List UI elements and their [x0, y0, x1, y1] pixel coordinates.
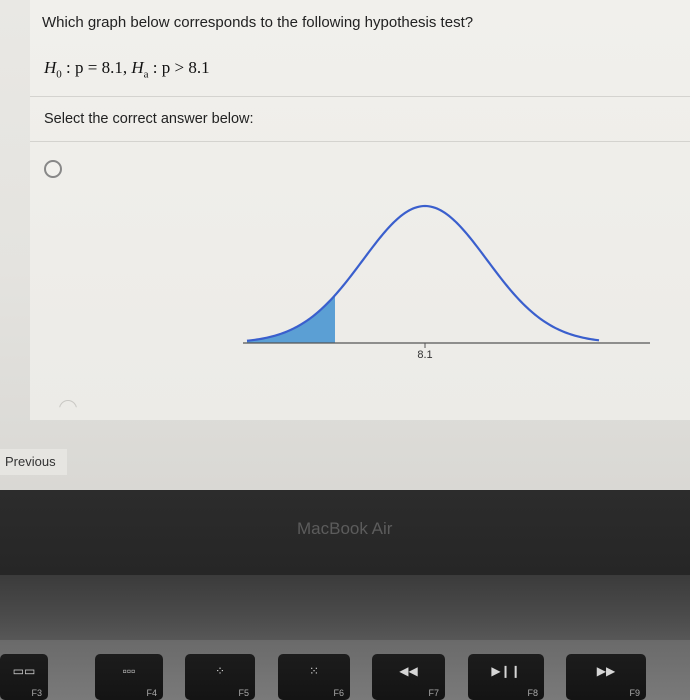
divider: [30, 96, 690, 97]
normal-distribution-graph[interactable]: 8.1: [235, 195, 655, 370]
previous-button[interactable]: Previous: [0, 449, 67, 475]
fast-forward-icon: ▶▶: [596, 664, 616, 678]
key-label: F5: [238, 688, 249, 698]
f9-key[interactable]: ▶▶ F9: [566, 654, 646, 700]
key-label: F4: [146, 688, 157, 698]
f8-key[interactable]: ▶❙❙ F8: [468, 654, 544, 700]
density-curve: [246, 204, 600, 342]
f7-key[interactable]: ◀◀ F7: [372, 654, 445, 700]
keyboard-brightness-down-icon: ⁘: [214, 664, 226, 678]
device-brand: MacBook Air: [297, 519, 393, 538]
key-label: F8: [527, 688, 538, 698]
ha-symbol: H: [131, 58, 144, 77]
f3-key[interactable]: ▭▭ F3: [0, 654, 48, 700]
ha-statement: : p > 8.1: [148, 58, 210, 77]
play-pause-icon: ▶❙❙: [491, 664, 521, 678]
rewind-icon: ◀◀: [399, 664, 418, 678]
hypothesis-statement: H0 : p = 8.1, Ha : p > 8.1: [44, 58, 210, 80]
key-label: F3: [31, 688, 42, 698]
divider: [30, 141, 690, 142]
quiz-screen: Which graph below corresponds to the fol…: [0, 0, 690, 490]
center-label: 8.1: [417, 349, 432, 361]
f6-key[interactable]: ⁙ F6: [278, 654, 350, 700]
shaded-left-tail: [247, 295, 335, 343]
key-label: F6: [333, 688, 344, 698]
f5-key[interactable]: ⁘ F5: [185, 654, 255, 700]
f4-key[interactable]: ▫▫▫ F4: [95, 654, 163, 700]
key-label: F7: [428, 688, 439, 698]
answer-prompt: Select the correct answer below:: [44, 111, 254, 127]
question-text: Which graph below corresponds to the fol…: [42, 14, 474, 31]
h0-symbol: H: [44, 58, 57, 77]
key-label: F9: [629, 688, 640, 698]
launchpad-icon: ▫▫▫: [122, 664, 136, 678]
h0-statement: : p = 8.1,: [61, 58, 132, 77]
laptop-hinge: [0, 575, 690, 640]
keyboard-brightness-up-icon: ⁙: [308, 664, 320, 678]
mission-control-icon: ▭▭: [12, 664, 36, 678]
answer-option-radio[interactable]: [44, 160, 62, 178]
